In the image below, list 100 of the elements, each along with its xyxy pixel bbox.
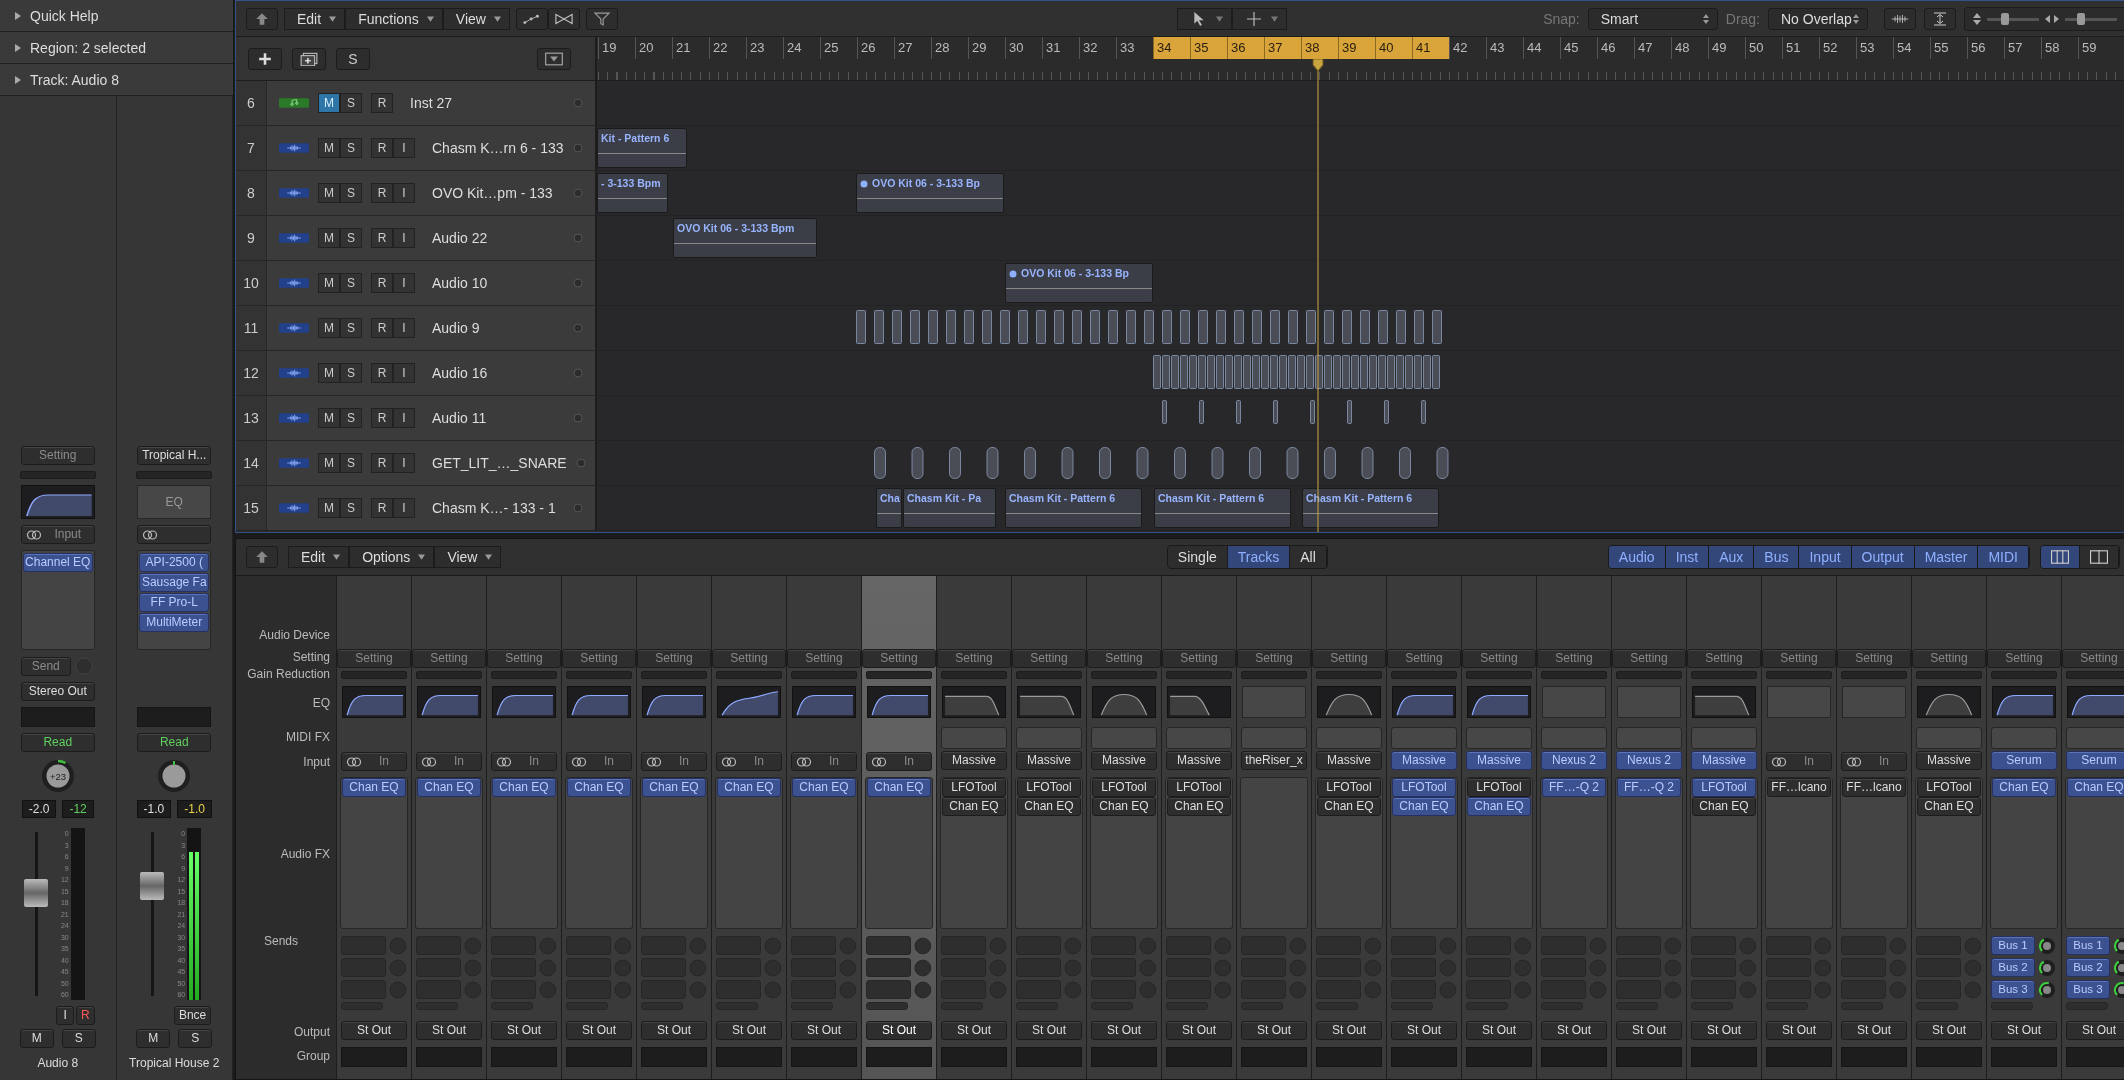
plugin-slot[interactable]: FF…lcano <box>1842 778 1906 797</box>
eq-display[interactable] <box>1692 686 1756 718</box>
plugin-slot[interactable]: FF…-Q 2 <box>1542 778 1606 797</box>
waveform-zoom-button[interactable] <box>1884 7 1916 30</box>
circle-icon[interactable] <box>573 98 583 108</box>
plugin-slot[interactable]: LFOTool <box>1317 778 1381 797</box>
midi-fx-slot[interactable] <box>1991 727 2057 749</box>
routing-button[interactable]: St Out <box>791 1021 857 1040</box>
routing-button[interactable]: St Out <box>1316 1021 1382 1040</box>
routing-button[interactable]: St Out <box>1766 1021 1832 1040</box>
strip-filter-button[interactable]: Audio <box>1608 546 1666 568</box>
source-button[interactable]: Input <box>20 525 95 544</box>
send-knob[interactable] <box>2038 980 2056 999</box>
eq-display[interactable] <box>1917 686 1981 718</box>
plugin-slot[interactable]: Chan EQ <box>1092 797 1156 816</box>
send-bus-button[interactable]: Bus 3 <box>1991 980 2035 999</box>
track-toggle-button[interactable]: M <box>318 183 340 203</box>
setting-button[interactable]: Setting <box>412 649 486 668</box>
track-toggle-button[interactable]: M <box>318 228 340 248</box>
group-slot[interactable] <box>1391 1047 1457 1067</box>
pan-knob[interactable] <box>156 758 193 794</box>
track-toggle-button[interactable]: S <box>340 498 362 518</box>
routing-button[interactable]: St Out <box>1391 1021 1457 1040</box>
group-slot[interactable] <box>1541 1047 1607 1067</box>
channel-strip[interactable]: Setting In Chan EQ St Out <box>786 576 861 1079</box>
plugin-slot[interactable]: FF Pro-L <box>139 593 210 612</box>
send-knob[interactable] <box>2038 936 2056 955</box>
plugin-slot[interactable]: Chan EQ <box>1017 797 1081 816</box>
plugin-slot[interactable]: LFOTool <box>1092 778 1156 797</box>
plugin-slot[interactable]: Chan EQ <box>342 778 406 797</box>
track-toggle-button[interactable]: R <box>371 498 393 518</box>
send-slot[interactable] <box>866 936 912 955</box>
instrument-slot[interactable]: Massive <box>1916 751 1982 770</box>
setting-button[interactable]: Setting <box>1087 649 1161 668</box>
pan-knob[interactable]: +23 <box>39 758 76 794</box>
group-slot[interactable] <box>641 1047 707 1067</box>
automation-mode-button[interactable]: Read <box>20 733 95 752</box>
eq-display[interactable] <box>942 686 1006 718</box>
routing-button[interactable]: St Out <box>1691 1021 1757 1040</box>
drag-dropdown[interactable]: No Overlap <box>1768 7 1868 30</box>
routing-button[interactable]: St Out <box>1091 1021 1157 1040</box>
circle-icon[interactable] <box>573 323 583 333</box>
audio-region[interactable]: OVO Kit 06 - 3-133 Bpm <box>673 218 817 258</box>
track-toggle-button[interactable]: R <box>371 363 393 383</box>
view-mode-tab[interactable]: Single <box>1167 546 1228 568</box>
group-slot[interactable] <box>791 1047 857 1067</box>
setting-button[interactable]: Setting <box>1837 649 1911 668</box>
channel-strip[interactable]: Setting Serum Chan EQ Bus 1 Bus 2 Bus 3 St Out <box>1986 576 2061 1079</box>
vertical-fit-button[interactable] <box>1924 7 1956 30</box>
strip-filter-button[interactable]: Aux <box>1709 546 1755 568</box>
midi-fx-slot[interactable] <box>1541 727 1607 749</box>
midi-fx-slot[interactable] <box>1916 727 1982 749</box>
slider-thumb[interactable] <box>2076 12 2085 25</box>
midi-fx-slot[interactable] <box>941 727 1007 749</box>
automation-mode-button[interactable]: Read <box>137 733 212 752</box>
channel-strip[interactable]: Setting In Chan EQ St Out <box>336 576 411 1079</box>
layout-button[interactable] <box>2041 546 2080 568</box>
routing-button[interactable]: St Out <box>1166 1021 1232 1040</box>
fader-thumb[interactable] <box>23 879 48 908</box>
source-button[interactable]: In <box>491 752 557 771</box>
crosshair-tool-button[interactable] <box>1232 7 1288 30</box>
track-toggle-button[interactable]: I <box>393 453 415 473</box>
plugin-slot[interactable]: Channel EQ <box>22 553 93 572</box>
routing-button[interactable]: St Out <box>566 1021 632 1040</box>
snap-dropdown[interactable]: Smart <box>1587 7 1718 30</box>
source-button[interactable]: In <box>716 752 782 771</box>
circle-icon[interactable] <box>573 188 583 198</box>
source-button[interactable]: In <box>566 752 632 771</box>
track-toggle-button[interactable]: R <box>371 453 393 473</box>
track-toggle-button[interactable]: S <box>340 273 362 293</box>
solo-button[interactable]: S <box>61 1029 96 1048</box>
track-toggle-button[interactable]: S <box>340 408 362 428</box>
setting-button[interactable]: Setting <box>862 649 936 668</box>
routing-button[interactable]: St Out <box>1616 1021 1682 1040</box>
instrument-slot[interactable]: Massive <box>1691 751 1757 770</box>
instrument-slot[interactable]: Massive <box>1166 751 1232 770</box>
channel-strip[interactable]: Setting Nexus 2 FF…-Q 2 St Out <box>1611 576 1686 1079</box>
track-toggle-button[interactable]: I <box>393 138 415 158</box>
group-slot[interactable] <box>416 1047 482 1067</box>
eq-display[interactable] <box>867 686 931 718</box>
audio-region[interactable]: Cha <box>876 488 902 528</box>
track-toggle-button[interactable]: M <box>318 93 340 113</box>
group-slot[interactable] <box>1316 1047 1382 1067</box>
track-toggle-button[interactable]: R <box>371 138 393 158</box>
channel-strip[interactable]: Setting Nexus 2 FF…-Q 2 St Out <box>1536 576 1611 1079</box>
circle-icon[interactable] <box>573 143 583 153</box>
send-button[interactable]: Send <box>20 656 71 676</box>
circle-icon[interactable] <box>573 503 583 513</box>
menu-button[interactable]: View <box>434 546 502 568</box>
plugin-slot[interactable]: MultiMeter <box>139 613 210 632</box>
send-slot[interactable] <box>866 980 912 999</box>
channel-strip[interactable]: Setting Massive LFOTool Chan EQ St Out <box>936 576 1011 1079</box>
audio-region[interactable]: OVO Kit 06 - 3-133 Bp <box>1005 263 1153 303</box>
track-toggle-button[interactable]: R <box>371 408 393 428</box>
eq-display[interactable] <box>1392 686 1456 718</box>
instrument-slot[interactable]: Massive <box>1016 751 1082 770</box>
channel-strip[interactable]: Setting Massive LFOTool Chan EQ St Out <box>1011 576 1086 1079</box>
back-arrow-button[interactable] <box>246 7 278 30</box>
channel-strip[interactable]: Setting Massive LFOTool Chan EQ St Out <box>1911 576 1986 1079</box>
setting-button[interactable]: Setting <box>937 649 1011 668</box>
